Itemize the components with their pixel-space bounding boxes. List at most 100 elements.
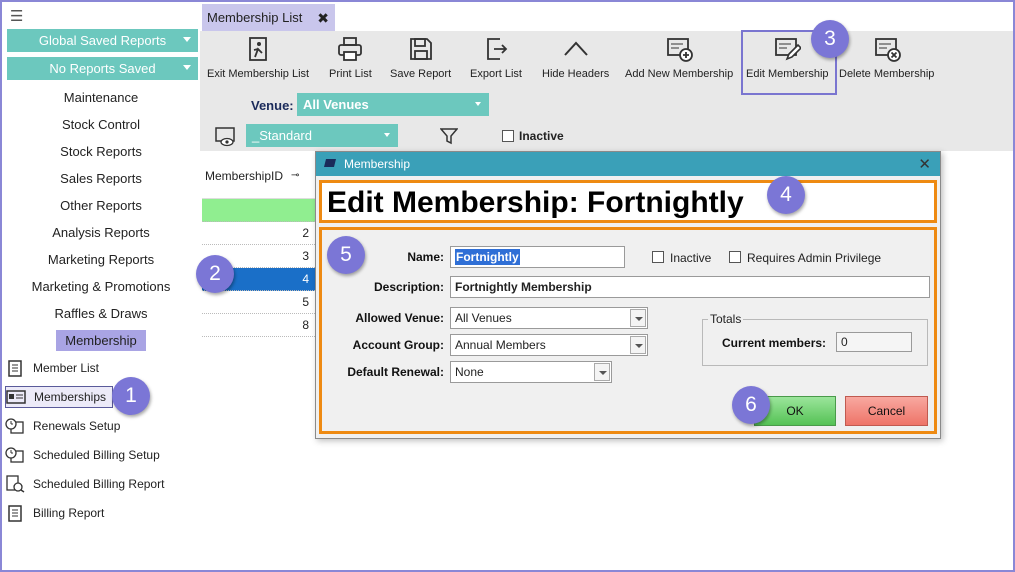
inactive-filter-checkbox[interactable] bbox=[502, 130, 514, 142]
sub-item-scheduled-billing-setup[interactable]: Scheduled Billing Setup bbox=[5, 444, 160, 466]
sub-item-member-list[interactable]: Member List bbox=[5, 357, 99, 379]
sub-item-label: Member List bbox=[33, 361, 100, 375]
name-value: Fortnightly bbox=[455, 249, 520, 265]
table-row[interactable]: 8 bbox=[202, 314, 315, 337]
dialog-heading: Edit Membership: Fortnightly bbox=[327, 186, 744, 219]
admin-privilege-checkbox[interactable] bbox=[729, 251, 741, 263]
export-list-button[interactable]: Export List bbox=[470, 35, 522, 87]
admin-privilege-label: Requires Admin Privilege bbox=[747, 251, 882, 265]
filter-icon[interactable] bbox=[439, 127, 459, 148]
callout-step-6: 6 bbox=[732, 386, 770, 424]
allowed-venue-select[interactable]: All Venues bbox=[450, 307, 648, 329]
grid-header[interactable]: MembershipID ⊸ bbox=[202, 153, 315, 199]
pin-icon[interactable]: ⊸ bbox=[291, 170, 299, 181]
nav-marketing-promotions[interactable]: Marketing & Promotions bbox=[2, 277, 200, 297]
add-card-icon bbox=[667, 38, 694, 62]
view-value: _Standard bbox=[252, 128, 312, 143]
callout-step-2: 2 bbox=[196, 255, 234, 293]
totals-legend: Totals bbox=[708, 312, 744, 326]
account-group-value: Annual Members bbox=[455, 338, 546, 352]
dialog-heading-box: Edit Membership: Fortnightly bbox=[319, 180, 937, 223]
chevron-down-icon[interactable] bbox=[630, 336, 646, 354]
exit-membership-list-button[interactable]: Exit Membership List bbox=[207, 35, 309, 87]
toolbar-button-label: Exit Membership List bbox=[207, 68, 310, 80]
toolbar-button-label: Export List bbox=[470, 68, 522, 80]
chevron-down-icon bbox=[183, 37, 191, 42]
account-group-select[interactable]: Annual Members bbox=[450, 334, 648, 356]
sidebar: ☰ Global Saved Reports No Reports Saved … bbox=[2, 2, 200, 568]
chevron-up-icon bbox=[563, 41, 588, 56]
close-tab-icon[interactable]: ✖ bbox=[317, 10, 329, 27]
membership-form: Name: Fortnightly Inactive Requires Admi… bbox=[319, 227, 937, 434]
nav-raffles-draws[interactable]: Raffles & Draws bbox=[2, 304, 200, 324]
callout-step-1: 1 bbox=[112, 377, 150, 415]
table-row[interactable]: 5 bbox=[202, 291, 315, 314]
hamburger-menu-icon[interactable]: ☰ bbox=[10, 9, 23, 24]
sub-item-memberships[interactable]: Memberships bbox=[5, 386, 114, 408]
account-group-label: Account Group: bbox=[352, 338, 444, 352]
cancel-label: Cancel bbox=[867, 404, 906, 418]
name-field[interactable]: Fortnightly bbox=[450, 246, 625, 268]
exit-icon bbox=[249, 37, 267, 61]
table-row[interactable] bbox=[202, 199, 315, 222]
report-document-icon bbox=[5, 504, 25, 522]
nav-membership-label: Membership bbox=[56, 330, 146, 351]
dialog-title: Membership bbox=[344, 157, 411, 171]
dropdown-label: No Reports Saved bbox=[49, 61, 156, 76]
name-label: Name: bbox=[407, 250, 444, 264]
venue-select[interactable]: All Venues bbox=[297, 93, 489, 116]
allowed-venue-label: Allowed Venue: bbox=[355, 311, 444, 325]
dialog-title-bar[interactable]: Membership ✕ bbox=[316, 152, 940, 176]
export-icon bbox=[487, 38, 508, 60]
print-list-button[interactable]: Print List bbox=[329, 35, 372, 87]
default-renewal-select[interactable]: None bbox=[450, 361, 612, 383]
nav-marketing-reports[interactable]: Marketing Reports bbox=[2, 250, 200, 270]
nav-analysis-reports[interactable]: Analysis Reports bbox=[2, 223, 200, 243]
nav-other-reports[interactable]: Other Reports bbox=[2, 196, 200, 216]
view-eye-icon[interactable] bbox=[215, 127, 235, 150]
inactive-checkbox[interactable] bbox=[652, 251, 664, 263]
renewal-clock-icon bbox=[5, 417, 25, 435]
report-search-icon bbox=[5, 475, 25, 493]
inactive-label: Inactive bbox=[670, 251, 712, 265]
nav-stock-reports[interactable]: Stock Reports bbox=[2, 142, 200, 162]
chevron-down-icon[interactable] bbox=[594, 363, 610, 381]
tab-membership-list[interactable]: Membership List ✖ bbox=[202, 4, 335, 31]
cancel-button[interactable]: Cancel bbox=[845, 396, 928, 426]
venue-value: All Venues bbox=[303, 97, 369, 112]
sub-item-label: Billing Report bbox=[33, 506, 105, 520]
nav-sales-reports[interactable]: Sales Reports bbox=[2, 169, 200, 189]
chevron-down-icon[interactable] bbox=[630, 309, 646, 327]
sub-item-label: Memberships bbox=[34, 390, 107, 404]
save-report-button[interactable]: Save Report bbox=[390, 35, 451, 87]
toolbar-button-label: Delete Membership bbox=[839, 68, 935, 80]
default-renewal-label: Default Renewal: bbox=[347, 365, 444, 379]
sub-item-billing-report[interactable]: Billing Report bbox=[5, 502, 104, 524]
global-saved-reports-dropdown[interactable]: Global Saved Reports bbox=[7, 29, 198, 52]
current-members-value: 0 bbox=[836, 332, 912, 352]
printer-icon bbox=[338, 37, 363, 61]
save-disk-icon bbox=[409, 38, 432, 60]
sub-item-renewals-setup[interactable]: Renewals Setup bbox=[5, 415, 120, 437]
nav-stock-control[interactable]: Stock Control bbox=[2, 115, 200, 135]
nav-maintenance[interactable]: Maintenance bbox=[2, 88, 200, 108]
default-renewal-value: None bbox=[455, 365, 484, 379]
nav-membership[interactable]: Membership bbox=[2, 330, 200, 351]
view-select[interactable]: _Standard bbox=[246, 124, 398, 147]
delete-membership-button[interactable]: Delete Membership bbox=[839, 35, 934, 87]
sub-item-label: Scheduled Billing Report bbox=[33, 477, 165, 491]
callout-step-3: 3 bbox=[811, 20, 849, 58]
sub-item-scheduled-billing-report[interactable]: Scheduled Billing Report bbox=[5, 473, 164, 495]
description-field[interactable]: Fortnightly Membership bbox=[450, 276, 930, 298]
inactive-filter-label: Inactive bbox=[519, 129, 564, 143]
close-icon[interactable]: ✕ bbox=[918, 155, 931, 173]
chevron-down-icon bbox=[475, 102, 481, 106]
venue-label: Venue: bbox=[251, 98, 294, 113]
toolbar-button-label: Print List bbox=[329, 68, 372, 80]
saved-reports-dropdown[interactable]: No Reports Saved bbox=[7, 57, 198, 80]
add-new-membership-button[interactable]: Add New Membership bbox=[625, 35, 733, 87]
current-members-label: Current members: bbox=[722, 336, 827, 350]
table-row[interactable]: 2 bbox=[202, 222, 315, 245]
list-document-icon bbox=[5, 359, 25, 377]
hide-headers-button[interactable]: Hide Headers bbox=[542, 35, 609, 87]
